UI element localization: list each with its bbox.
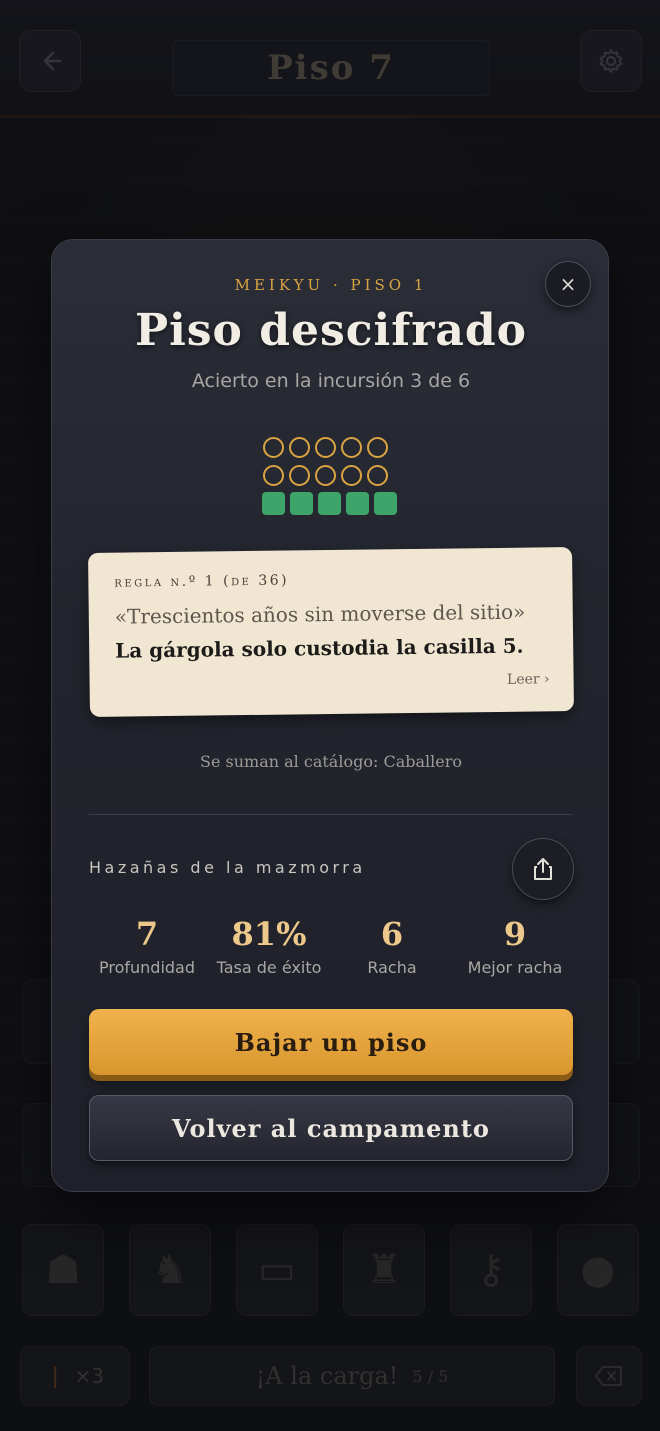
attempt-empty-cell <box>263 464 284 486</box>
share-button[interactable] <box>512 838 574 900</box>
read-more-link[interactable]: Leer › <box>507 671 550 688</box>
rule-text: La gárgola solo custodia la casilla 5. <box>115 633 524 663</box>
attempt-row <box>263 433 403 461</box>
stat-best-streak: 9 Mejor racha <box>450 912 580 977</box>
stat-value: 7 <box>135 915 159 953</box>
attempt-hit-cell <box>374 491 397 515</box>
descend-button[interactable]: Bajar un piso <box>89 1009 573 1075</box>
modal-eyebrow: MEIKYU · PISO 1 <box>234 276 428 294</box>
stat-label: Mejor racha <box>467 958 563 977</box>
attempt-empty-cell <box>341 464 362 486</box>
attempt-hit-cell <box>262 491 285 515</box>
stat-label: Tasa de éxito <box>216 958 322 977</box>
stat-success-rate: 81% Tasa de éxito <box>204 912 334 977</box>
stat-value: 9 <box>503 915 527 953</box>
attempt-empty-cell <box>315 436 336 458</box>
rule-quote: «Trescientos años sin moverse del sitio» <box>114 599 526 629</box>
stat-depth: 7 Profundidad <box>82 912 212 977</box>
attempt-empty-cell <box>289 436 310 458</box>
attempt-hit-cell <box>318 491 341 515</box>
stat-label: Racha <box>367 958 417 977</box>
attempt-empty-cell <box>367 464 388 486</box>
catalog-note: Se suman al catálogo: Caballero <box>200 752 462 771</box>
share-icon <box>534 858 552 880</box>
attempt-empty-cell <box>341 436 362 458</box>
stat-label: Profundidad <box>98 958 195 977</box>
attempt-grid <box>262 433 403 517</box>
attempt-row <box>263 461 403 489</box>
attempt-empty-cell <box>289 464 310 486</box>
attempt-empty-cell <box>367 436 388 458</box>
stat-streak: 6 Racha <box>327 912 457 977</box>
rule-card[interactable]: regla n.º 1 (de 36) «Trescientos años si… <box>88 547 574 717</box>
stat-value: 81% <box>231 915 307 953</box>
modal-title: Piso descifrado <box>134 305 527 356</box>
modal-subtitle: Acierto en la incursión 3 de 6 <box>191 370 471 392</box>
divider <box>89 814 573 815</box>
stat-value: 6 <box>380 915 404 953</box>
attempt-hit-cell <box>346 491 369 515</box>
result-modal: × MEIKYU · PISO 1 Piso descifrado Aciert… <box>51 239 609 1192</box>
attempt-empty-cell <box>315 464 336 486</box>
feats-title: Hazañas de la mazmorra <box>89 858 366 877</box>
rule-label: regla n.º 1 (de 36) <box>114 572 290 591</box>
attempt-row <box>262 489 403 517</box>
attempt-hit-cell <box>290 491 313 515</box>
return-to-camp-button[interactable]: Volver al campamento <box>89 1095 573 1161</box>
attempt-empty-cell <box>263 436 284 458</box>
